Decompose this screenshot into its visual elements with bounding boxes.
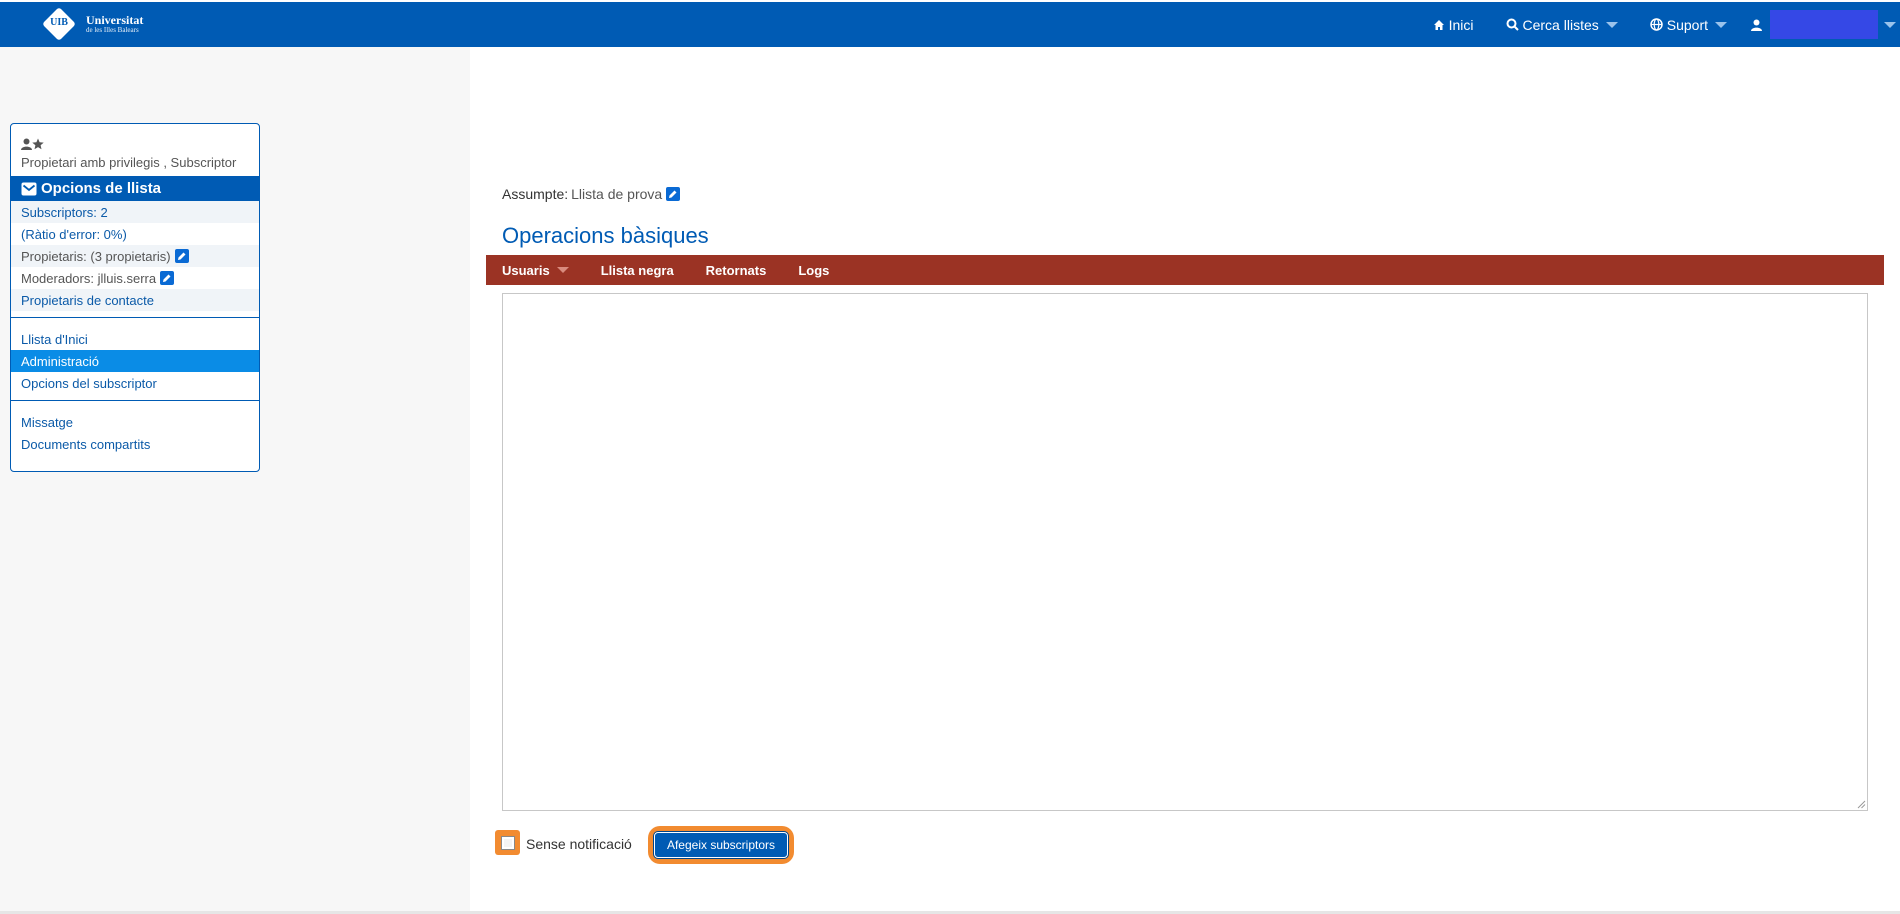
resize-grip-icon[interactable] <box>1856 799 1866 809</box>
chevron-down-icon <box>1715 21 1727 28</box>
home-icon <box>1433 19 1444 30</box>
add-subscribers-button[interactable]: Afegeix subscriptors <box>654 832 788 858</box>
star-icon <box>32 138 44 150</box>
subscribers-textarea[interactable] <box>502 293 1868 811</box>
sidebar-item-moderators: Moderadors: jlluis.serra <box>11 267 259 289</box>
chevron-down-icon <box>1884 21 1896 28</box>
no-notification-checkbox-highlight <box>495 830 520 855</box>
user-icon <box>21 138 32 150</box>
divider <box>11 400 259 401</box>
list-info: Subscriptors: 2 (Ràtio d'error: 0%) Prop… <box>11 201 259 311</box>
sidebar-item-shared-docs[interactable]: Documents compartits <box>11 433 259 455</box>
nav-home-label: Inici <box>1448 16 1474 33</box>
search-icon <box>1506 18 1519 31</box>
subject-value: Llista de prova <box>571 186 663 202</box>
list-subject: Assumpte: Llista de prova <box>502 186 681 202</box>
sidebar-item-subscribers[interactable]: Subscriptors: 2 <box>11 201 259 223</box>
subject-label: Assumpte: <box>502 186 569 202</box>
sidebar-item-error-ratio[interactable]: (Ràtio d'error: 0%) <box>11 223 259 245</box>
user-icon <box>1751 19 1762 31</box>
edit-subject-icon[interactable] <box>666 187 681 201</box>
user-name-redacted <box>1770 10 1878 39</box>
no-notification-checkbox[interactable] <box>500 835 515 850</box>
admin-tabbar: Usuaris Llista negra Retornats Logs <box>486 255 1884 285</box>
nav-user-menu[interactable] <box>1751 10 1900 39</box>
edit-moderators-icon[interactable] <box>160 271 175 285</box>
tab-users[interactable]: Usuaris <box>502 263 569 278</box>
nav-search-lists[interactable]: Cerca llistes <box>1506 17 1618 33</box>
globe-icon <box>1650 18 1663 31</box>
divider <box>11 317 259 318</box>
no-notification-label[interactable]: Sense notificació <box>526 836 632 852</box>
user-profile: Propietari amb privilegis , Subscriptor <box>11 124 259 176</box>
sidebar-item-home-list[interactable]: Llista d'Inici <box>11 328 259 350</box>
top-nav-menu: Inici Cerca llistes Suport <box>1401 2 1900 47</box>
top-navbar: UIB Universitat de les Illes Balears Ini… <box>0 2 1900 47</box>
sidebar-item-subscriber-options[interactable]: Opcions del subscriptor <box>11 372 259 394</box>
tab-logs[interactable]: Logs <box>798 263 829 278</box>
envelope-icon <box>21 182 37 195</box>
list-options-title: Opcions de llista <box>41 180 162 197</box>
user-roles: Propietari amb privilegis , Subscriptor <box>21 155 237 170</box>
nav-search-label: Cerca llistes <box>1522 16 1599 33</box>
add-subscribers-highlight: Afegeix subscriptors <box>648 826 794 864</box>
page-title: Operacions bàsiques <box>502 223 709 248</box>
nav-support-label: Suport <box>1666 16 1708 33</box>
chevron-down-icon <box>556 267 569 273</box>
chevron-down-icon <box>1605 21 1618 28</box>
owners-label: Propietaris: (3 propietaris) <box>21 248 171 264</box>
tab-users-label: Usuaris <box>502 262 550 278</box>
uib-logo-mark: UIB <box>42 7 76 41</box>
list-nav: Llista d'Inici Administració Opcions del… <box>11 328 259 394</box>
nav-support[interactable]: Suport <box>1650 17 1727 33</box>
sidebar-item-contact-owners[interactable]: Propietaris de contacte <box>11 289 259 311</box>
sidebar-item-admin[interactable]: Administració <box>11 350 259 372</box>
user-email-redacted <box>48 137 160 151</box>
sidebar-item-owners: Propietaris: (3 propietaris) <box>11 245 259 267</box>
tab-bounces[interactable]: Retornats <box>706 263 767 278</box>
list-sidebar: Propietari amb privilegis , Subscriptor … <box>10 123 260 472</box>
list-extra: Missatge Documents compartits <box>11 411 259 455</box>
uib-logo[interactable]: UIB Universitat de les Illes Balears <box>42 7 143 41</box>
edit-owners-icon[interactable] <box>174 249 189 263</box>
sidebar-item-message[interactable]: Missatge <box>11 411 259 433</box>
nav-home[interactable]: Inici <box>1433 17 1474 33</box>
list-options-header: Opcions de llista <box>11 176 259 201</box>
moderators-label: Moderadors: jlluis.serra <box>21 270 157 286</box>
uib-logo-text: Universitat de les Illes Balears <box>86 13 144 34</box>
tab-blacklist[interactable]: Llista negra <box>601 263 674 278</box>
